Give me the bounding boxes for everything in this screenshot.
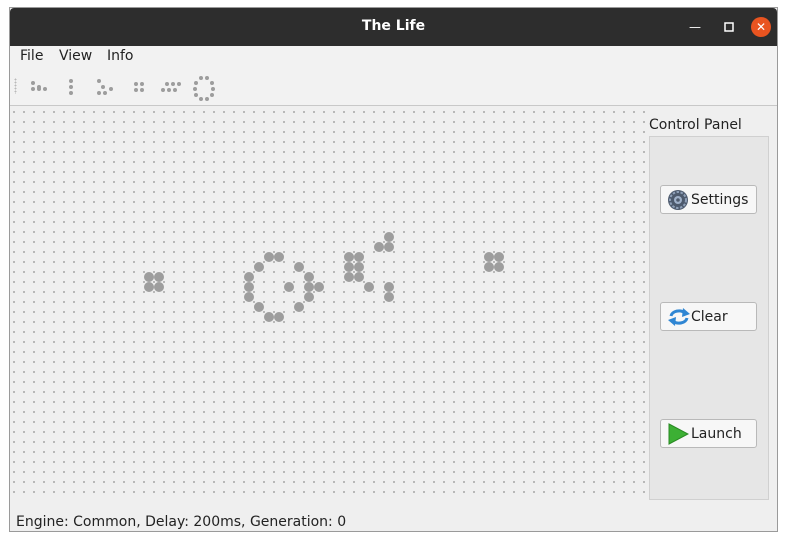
- minimize-icon[interactable]: —: [687, 19, 703, 35]
- live-cell[interactable]: [144, 282, 154, 292]
- glider-pattern-button[interactable]: [29, 75, 51, 99]
- blinker-pattern-button[interactable]: [65, 75, 77, 99]
- live-cell[interactable]: [494, 252, 504, 262]
- live-cell[interactable]: [314, 282, 324, 292]
- status-bar-text: Engine: Common, Delay: 200ms, Generation…: [16, 514, 347, 530]
- ring-pattern-button[interactable]: [191, 75, 219, 101]
- menu-bar: File View Info: [10, 46, 777, 68]
- launch-label: Launch: [691, 426, 742, 442]
- live-cell[interactable]: [354, 252, 364, 262]
- window-title: The Life: [361, 18, 426, 34]
- live-cell[interactable]: [344, 252, 354, 262]
- live-cell[interactable]: [244, 282, 254, 292]
- live-cell[interactable]: [304, 292, 314, 302]
- live-cell[interactable]: [384, 282, 394, 292]
- menu-info[interactable]: Info: [107, 48, 134, 64]
- title-bar: The Life — ✕: [10, 8, 777, 46]
- live-cell[interactable]: [254, 262, 264, 272]
- app-window: The Life — ✕ File View Info Control Pane…: [9, 7, 778, 532]
- live-cell[interactable]: [284, 282, 294, 292]
- live-cell[interactable]: [384, 242, 394, 252]
- line-pattern-button[interactable]: [158, 75, 184, 99]
- live-cell[interactable]: [374, 242, 384, 252]
- control-panel-title: Control Panel: [649, 117, 742, 133]
- live-cell[interactable]: [354, 262, 364, 272]
- live-cell[interactable]: [294, 302, 304, 312]
- live-cell[interactable]: [264, 312, 274, 322]
- live-cell[interactable]: [344, 272, 354, 282]
- live-cell[interactable]: [264, 252, 274, 262]
- live-cell[interactable]: [294, 262, 304, 272]
- control-panel: Settings Clear Launch: [649, 136, 769, 500]
- live-cell[interactable]: [254, 302, 264, 312]
- live-cell[interactable]: [304, 272, 314, 282]
- maximize-icon[interactable]: [721, 19, 737, 35]
- live-cell[interactable]: [484, 252, 494, 262]
- toolbar-grip[interactable]: [14, 78, 17, 94]
- close-icon[interactable]: ✕: [751, 17, 771, 37]
- play-icon: [667, 423, 690, 449]
- settings-button[interactable]: Settings: [660, 185, 757, 214]
- live-cell[interactable]: [274, 252, 284, 262]
- live-cell[interactable]: [384, 232, 394, 242]
- live-cell[interactable]: [384, 292, 394, 302]
- live-cell[interactable]: [244, 292, 254, 302]
- refresh-icon: [667, 306, 691, 332]
- toolbar: [10, 68, 777, 106]
- settings-label: Settings: [691, 192, 749, 208]
- life-grid[interactable]: [10, 106, 646, 501]
- launch-button[interactable]: Launch: [660, 419, 757, 448]
- live-cell[interactable]: [344, 262, 354, 272]
- live-cell[interactable]: [304, 282, 314, 292]
- live-cell[interactable]: [154, 282, 164, 292]
- clear-label: Clear: [691, 309, 728, 325]
- glider-alt-pattern-button[interactable]: [94, 75, 116, 99]
- menu-view[interactable]: View: [59, 48, 92, 64]
- live-cell[interactable]: [484, 262, 494, 272]
- live-cell[interactable]: [494, 262, 504, 272]
- gear-icon: [667, 189, 689, 215]
- menu-file[interactable]: File: [20, 48, 43, 64]
- live-cell[interactable]: [244, 272, 254, 282]
- block-pattern-button[interactable]: [131, 75, 147, 99]
- live-cell[interactable]: [144, 272, 154, 282]
- live-cell[interactable]: [364, 282, 374, 292]
- live-cell[interactable]: [354, 272, 364, 282]
- live-cell[interactable]: [154, 272, 164, 282]
- clear-button[interactable]: Clear: [660, 302, 757, 331]
- live-cell[interactable]: [274, 312, 284, 322]
